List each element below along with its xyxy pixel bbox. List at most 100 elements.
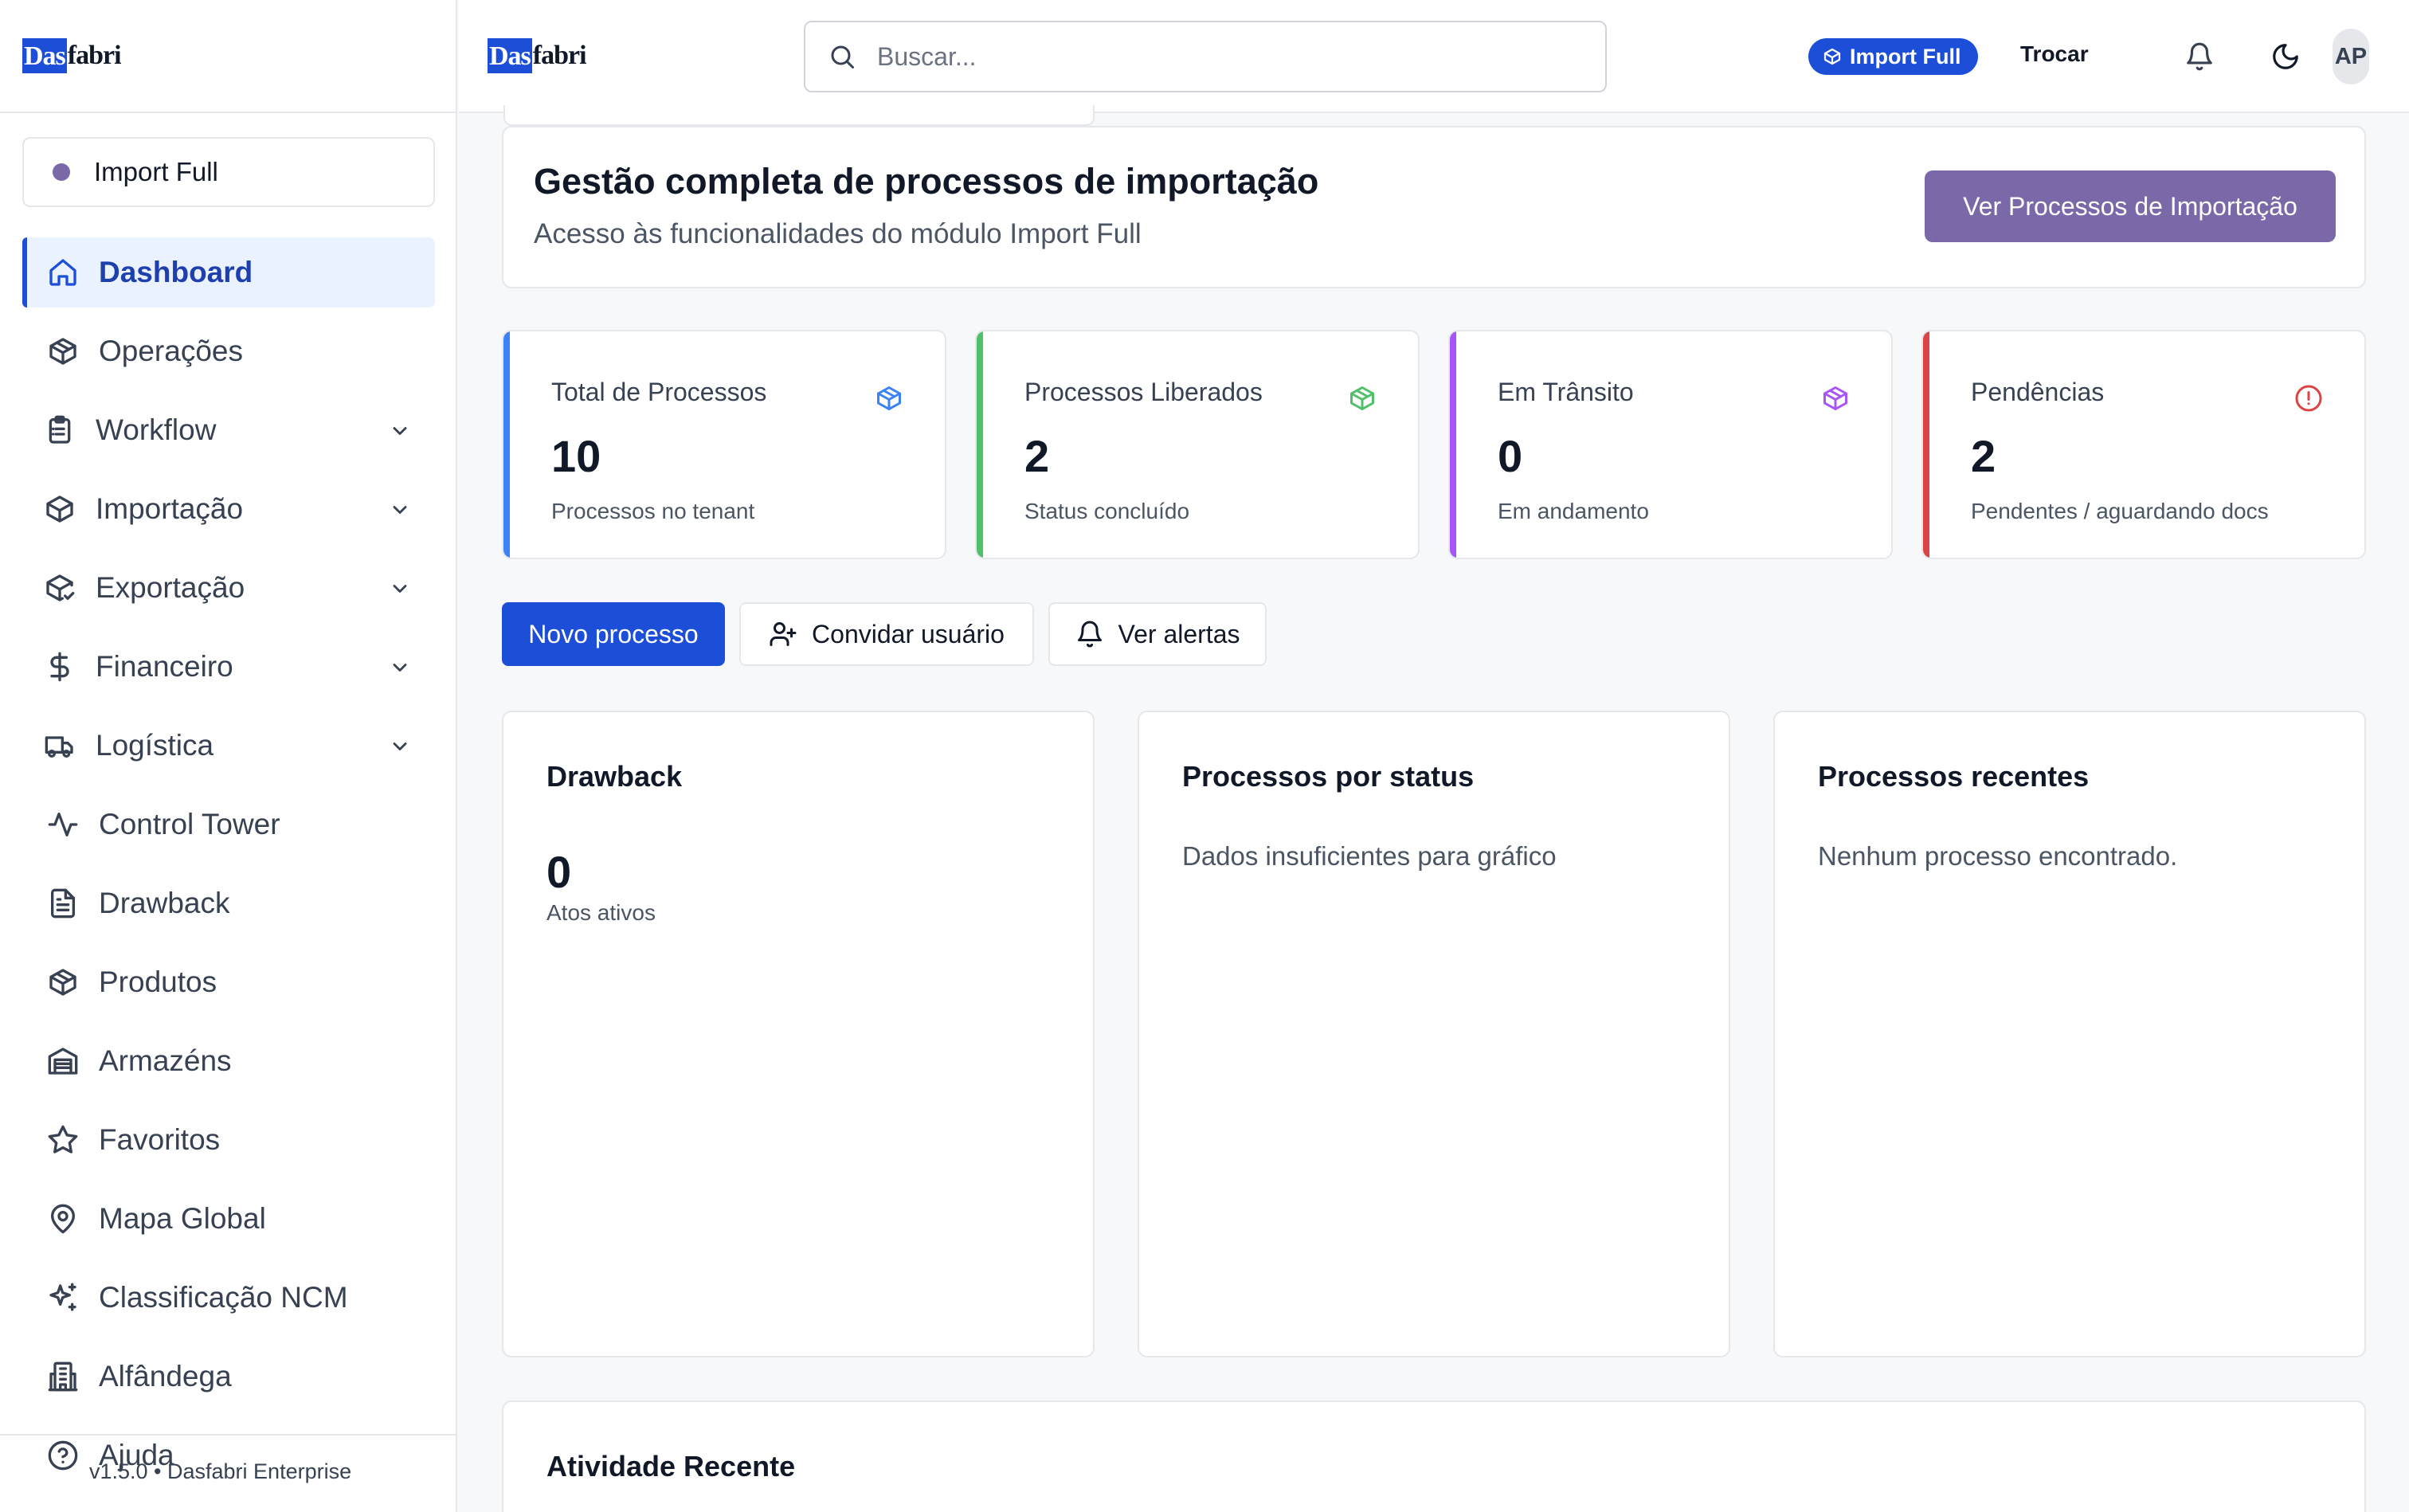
search-icon	[831, 45, 854, 69]
stat-desc: Em andamento	[1498, 499, 1649, 523]
panel-title: Processos por status	[1182, 760, 1475, 793]
moon-icon[interactable]	[2270, 41, 2301, 72]
status-chart-panel: Processos por status Dados insuficientes…	[1138, 711, 1730, 1357]
drawback-count: 0	[546, 847, 572, 897]
switch-module-button[interactable]: Trocar	[2020, 41, 2089, 67]
sidebar-item-label: Alfândega	[99, 1360, 232, 1393]
sidebar-item-produtos[interactable]: Produtos	[22, 947, 435, 1017]
chevron-down-icon[interactable]	[389, 420, 411, 442]
sidebar-item-alfandega[interactable]: Alfândega	[22, 1342, 435, 1412]
header-logo[interactable]: Das fabri	[488, 38, 587, 73]
recent-activity-panel: Atividade Recente	[502, 1400, 2366, 1512]
search-box[interactable]	[804, 21, 1607, 92]
sidebar-nav: Dashboard Operações Workflow Importação	[22, 237, 435, 1499]
sidebar-item-control-tower[interactable]: Control Tower	[22, 789, 435, 860]
package-icon	[1823, 386, 1847, 410]
sidebar-item-mapa-global[interactable]: Mapa Global	[22, 1184, 435, 1254]
stat-card-released: Processos Liberados 2 Status concluído	[975, 330, 1420, 559]
chevron-down-icon[interactable]	[389, 656, 411, 679]
sidebar-item-exportacao[interactable]: Exportação	[22, 553, 435, 623]
alert-circle-icon	[2295, 385, 2322, 412]
stat-value: 2	[1971, 431, 1996, 481]
sidebar-item-armazens[interactable]: Armazéns	[22, 1026, 435, 1096]
sidebar-item-label: Drawback	[99, 887, 230, 919]
stat-title: Total de Processos	[551, 378, 767, 406]
package-icon	[46, 335, 80, 368]
view-import-processes-button[interactable]: Ver Processos de Importação	[1925, 170, 2336, 242]
map-pin-icon	[46, 1202, 80, 1236]
sidebar-item-logistica[interactable]: Logística	[22, 711, 435, 781]
truck-icon	[43, 729, 76, 762]
sidebar-item-workflow[interactable]: Workflow	[22, 395, 435, 465]
sidebar-item-label: Mapa Global	[99, 1202, 266, 1235]
warehouse-icon	[46, 1044, 80, 1078]
sidebar-item-label: Armazéns	[99, 1044, 232, 1077]
drawback-panel: Drawback 0 Atos ativos	[502, 711, 1095, 1357]
stat-value: 10	[551, 431, 601, 481]
brand-logo[interactable]: Das fabri	[22, 38, 122, 73]
panel-title: Processos recentes	[1818, 760, 2090, 793]
module-badge[interactable]: Import Full	[1808, 38, 1979, 75]
recent-processes-panel: Processos recentes Nenhum processo encon…	[1773, 711, 2366, 1357]
sidebar-item-label: Operações	[99, 335, 243, 367]
module-status-dot	[53, 163, 70, 181]
empty-chart-message: Dados insuficientes para gráfico	[1182, 841, 1557, 871]
invite-user-button[interactable]: Convidar usuário	[739, 602, 1034, 666]
chevron-down-icon[interactable]	[389, 735, 411, 758]
stat-desc: Pendentes / aguardando docs	[1971, 499, 2269, 523]
sparkles-icon	[46, 1281, 80, 1314]
stat-card-in-transit: Em Trânsito 0 Em andamento	[1448, 330, 1893, 559]
package-icon	[877, 386, 901, 410]
user-plus-icon	[770, 622, 797, 646]
sidebar-item-label: Exportação	[96, 571, 245, 604]
previous-card-edge	[503, 105, 1095, 126]
stat-title: Em Trânsito	[1498, 378, 1634, 406]
sidebar-item-label: Control Tower	[99, 808, 280, 840]
view-alerts-button[interactable]: Ver alertas	[1048, 602, 1267, 666]
topbar: Dasfabri Import Full Trocar AP	[459, 0, 2409, 113]
package-icon	[1350, 386, 1374, 410]
bell-icon[interactable]	[2184, 41, 2215, 72]
logo-rest-text: fabri	[67, 41, 122, 70]
chevron-down-icon[interactable]	[389, 578, 411, 600]
package-import-icon	[43, 492, 76, 526]
sidebar-item-importacao[interactable]: Importação	[22, 474, 435, 544]
sidebar-item-financeiro[interactable]: Financeiro	[22, 632, 435, 702]
sidebar-item-favoritos[interactable]: Favoritos	[22, 1105, 435, 1175]
stat-value: 2	[1024, 431, 1050, 481]
package-check-icon	[43, 571, 76, 605]
chevron-down-icon[interactable]	[389, 499, 411, 521]
module-selector[interactable]: Import Full	[22, 137, 435, 207]
sidebar-item-drawback[interactable]: Drawback	[22, 868, 435, 938]
sidebar-item-label: Dashboard	[99, 256, 253, 288]
sidebar-item-dashboard[interactable]: Dashboard	[22, 237, 435, 307]
sidebar-item-label: Classificação NCM	[99, 1281, 348, 1314]
sidebar-brand: Das fabri	[0, 0, 456, 113]
stat-title: Pendências	[1971, 378, 2105, 406]
sidebar-item-label: Financeiro	[96, 650, 233, 683]
version-text: v1.5.0 • Dasfabri Enterprise	[89, 1459, 352, 1483]
sidebar-item-label: Produtos	[99, 966, 217, 998]
new-process-button[interactable]: Novo processo	[502, 602, 725, 666]
avatar[interactable]: AP	[2333, 29, 2369, 84]
invite-user-label: Convidar usuário	[812, 619, 1005, 648]
activity-icon	[46, 808, 80, 841]
logo-box-text: Das	[488, 38, 532, 73]
clipboard-list-icon	[43, 413, 76, 447]
stat-desc: Processos no tenant	[551, 499, 755, 523]
hero-title: Gestão completa de processos de importaç…	[534, 161, 1319, 202]
sidebar-item-classificacao-ncm[interactable]: Classificação NCM	[22, 1263, 435, 1333]
view-alerts-label: Ver alertas	[1118, 619, 1240, 648]
stat-desc: Status concluído	[1024, 499, 1190, 523]
file-text-icon	[46, 887, 80, 920]
stat-card-total: Total de Processos 10 Processos no tenan…	[502, 330, 946, 559]
stat-title: Processos Liberados	[1024, 378, 1263, 406]
search-input[interactable]	[877, 41, 1578, 72]
sidebar-item-operacoes[interactable]: Operações	[22, 316, 435, 386]
package-icon	[1823, 48, 1841, 65]
bell-icon	[1077, 621, 1102, 648]
panel-title: Atividade Recente	[546, 1450, 796, 1483]
sidebar-item-label: Workflow	[96, 413, 217, 446]
star-icon	[46, 1123, 80, 1157]
sidebar-item-label: Logística	[96, 729, 214, 762]
